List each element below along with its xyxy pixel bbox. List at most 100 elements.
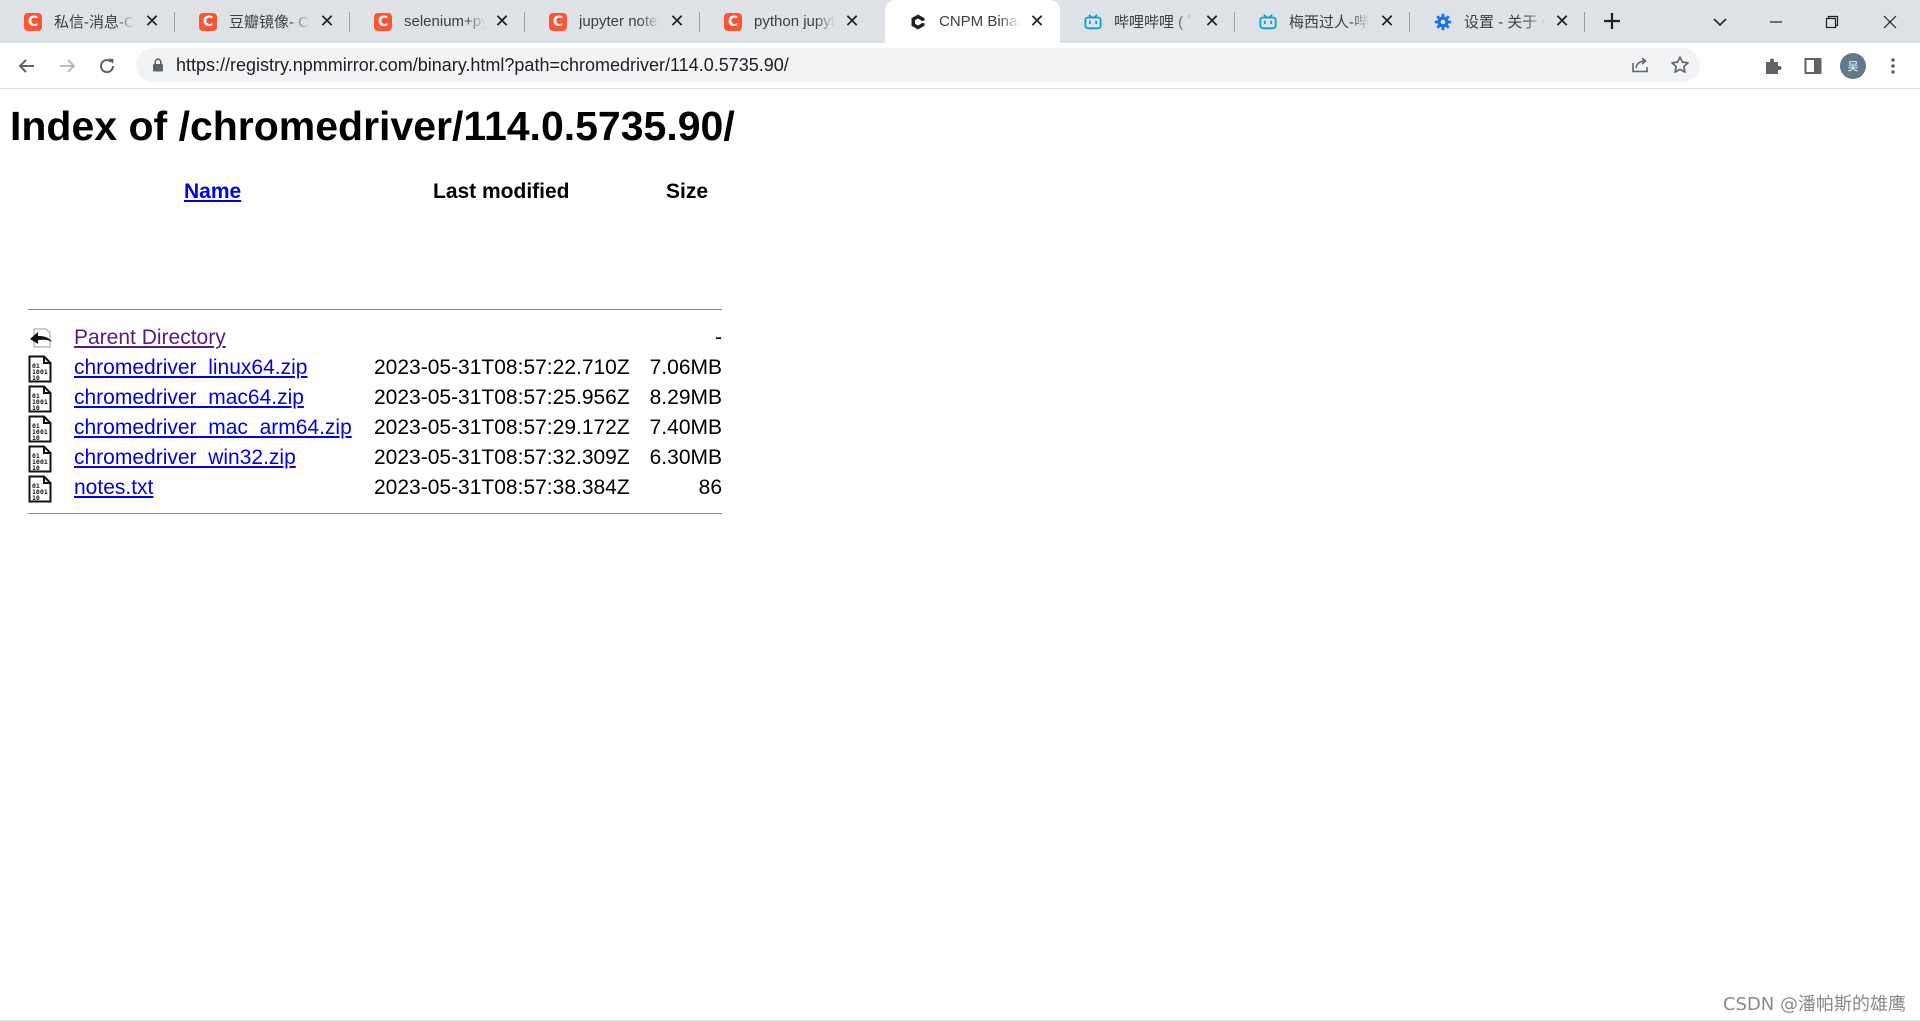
column-header-size: Size (666, 180, 709, 203)
close-icon[interactable]: ✕ (1378, 12, 1396, 31)
browser-toolbar: https://registry.npmmirror.com/binary.ht… (0, 43, 1920, 89)
close-icon (1883, 15, 1897, 28)
file-link[interactable]: chromedriver_win32.zip (74, 443, 296, 473)
divider (28, 513, 722, 514)
back-button[interactable] (12, 51, 42, 81)
close-icon[interactable]: ✕ (1553, 12, 1571, 31)
table-row: 01 10 01 10 notes.txt 2023-05-31T08:57:3… (28, 473, 722, 503)
share-button[interactable] (1620, 48, 1660, 82)
address-bar[interactable]: https://registry.npmmirror.com/binary.ht… (136, 48, 1700, 82)
tab-search-button[interactable] (1692, 0, 1748, 43)
svg-text:10: 10 (32, 464, 40, 472)
file-size: 86 (698, 476, 722, 499)
file-link[interactable]: chromedriver_linux64.zip (74, 353, 307, 383)
csdn-icon: C (549, 12, 567, 31)
close-icon[interactable]: ✕ (1028, 12, 1046, 31)
file-link[interactable]: chromedriver_mac_arm64.zip (74, 413, 352, 443)
column-header-name[interactable]: Name (184, 175, 241, 209)
menu-button[interactable] (1878, 51, 1908, 81)
file-icon: 01 10 01 10 (28, 475, 54, 503)
parent-directory-icon (28, 325, 54, 351)
profile-button[interactable]: 吴 (1838, 51, 1868, 81)
column-header-last-modified: Last modified (433, 180, 570, 203)
svg-text:10: 10 (32, 494, 40, 502)
svg-text:01: 01 (40, 458, 48, 466)
csdn-icon: C (374, 12, 392, 31)
share-icon (1632, 57, 1648, 73)
tab-title: jupyter notebook (579, 13, 660, 30)
url-text[interactable]: https://registry.npmmirror.com/binary.ht… (176, 55, 789, 76)
star-icon (1671, 56, 1689, 73)
tab-7[interactable]: 梅西过人-哔哩哔哩 ✕ (1235, 0, 1410, 43)
close-icon[interactable]: ✕ (843, 12, 861, 31)
file-icon: 01 10 01 10 (28, 355, 54, 383)
plus-icon (1604, 13, 1620, 29)
table-row: Parent Directory - (28, 323, 722, 353)
forward-button[interactable] (52, 51, 82, 81)
close-icon[interactable]: ✕ (668, 12, 686, 31)
extensions-button[interactable] (1758, 51, 1788, 81)
avatar: 吴 (1840, 53, 1866, 79)
svg-text:10: 10 (32, 404, 40, 412)
divider (28, 309, 722, 310)
close-icon[interactable]: ✕ (493, 12, 511, 31)
tab-5[interactable]: CNPM Binaries ✕ (885, 0, 1060, 43)
tab-title: 设置 - 关于 Chrome (1464, 14, 1545, 31)
restore-button[interactable] (1804, 0, 1860, 43)
file-modified: 2023-05-31T08:57:22.710Z (374, 356, 630, 379)
tab-title: selenium+python (404, 13, 485, 30)
tab-0[interactable]: C 私信-消息-CSDN ✕ (0, 0, 175, 43)
file-size: 8.29MB (649, 386, 722, 409)
minimize-icon (1770, 20, 1782, 23)
arrow-right-icon (60, 59, 76, 73)
file-modified: 2023-05-31T08:57:38.384Z (374, 476, 630, 499)
bilibili-icon (1084, 13, 1102, 31)
file-modified: 2023-05-31T08:57:29.172Z (374, 416, 630, 439)
parent-directory-link[interactable]: Parent Directory (74, 323, 226, 353)
minimize-button[interactable] (1748, 0, 1804, 43)
tab-title: 哔哩哔哩 ( ゜- ゜) (1114, 14, 1195, 31)
lock-icon[interactable] (152, 58, 164, 72)
close-icon[interactable]: ✕ (318, 12, 336, 31)
side-panel-button[interactable] (1798, 51, 1828, 81)
table-row: 01 10 01 10 chromedriver_mac_arm64.zip 2… (28, 413, 722, 443)
close-window-button[interactable] (1862, 0, 1918, 43)
tab-4[interactable]: C python jupyter ✕ (700, 0, 875, 43)
csdn-watermark: CSDN @潘帕斯的雄鹰 (1722, 994, 1906, 1015)
svg-text:10: 10 (32, 374, 40, 382)
file-link[interactable]: chromedriver_mac64.zip (74, 383, 304, 413)
tab-title: 私信-消息-CSDN (54, 14, 135, 31)
close-icon[interactable]: ✕ (1203, 12, 1221, 31)
tab-title: python jupyter (754, 13, 835, 30)
file-link[interactable]: notes.txt (74, 473, 153, 503)
tab-2[interactable]: C selenium+python ✕ (350, 0, 525, 43)
svg-text:01: 01 (40, 428, 48, 436)
csdn-icon: C (199, 12, 217, 31)
table-row: 01 10 01 10 chromedriver_linux64.zip 202… (28, 353, 722, 383)
svg-text:10: 10 (32, 434, 40, 442)
tab-1[interactable]: C 豆瓣镜像- CSDN ✕ (175, 0, 350, 43)
tab-title: CNPM Binaries (939, 13, 1020, 30)
svg-text:01: 01 (40, 368, 48, 376)
tab-8[interactable]: 设置 - 关于 Chrome ✕ (1410, 0, 1585, 43)
puzzle-icon (1766, 58, 1782, 74)
tab-3[interactable]: C jupyter notebook ✕ (525, 0, 700, 43)
close-icon[interactable]: ✕ (143, 12, 161, 31)
table-row: 01 10 01 10 chromedriver_win32.zip 2023-… (28, 443, 722, 473)
chevron-down-icon (1713, 17, 1727, 26)
file-modified: 2023-05-31T08:57:25.956Z (374, 386, 630, 409)
csdn-icon: C (724, 12, 742, 31)
tab-strip: C 私信-消息-CSDN ✕ C 豆瓣镜像- CSDN ✕ C selenium… (0, 0, 1920, 43)
svg-text:01: 01 (40, 398, 48, 406)
side-panel-icon (1804, 58, 1822, 74)
sort-by-name-link[interactable]: Name (184, 180, 241, 203)
reload-button[interactable] (92, 51, 122, 81)
table-row: 01 10 01 10 chromedriver_mac64.zip 2023-… (28, 383, 722, 413)
file-icon: 01 10 01 10 (28, 415, 54, 443)
bookmark-button[interactable] (1660, 48, 1700, 82)
tab-6[interactable]: 哔哩哔哩 ( ゜- ゜) ✕ (1060, 0, 1235, 43)
new-tab-button[interactable] (1598, 7, 1626, 35)
bilibili-icon (1259, 13, 1277, 31)
svg-text:01: 01 (40, 488, 48, 496)
page-title: Index of /chromedriver/114.0.5735.90/ (10, 103, 735, 149)
